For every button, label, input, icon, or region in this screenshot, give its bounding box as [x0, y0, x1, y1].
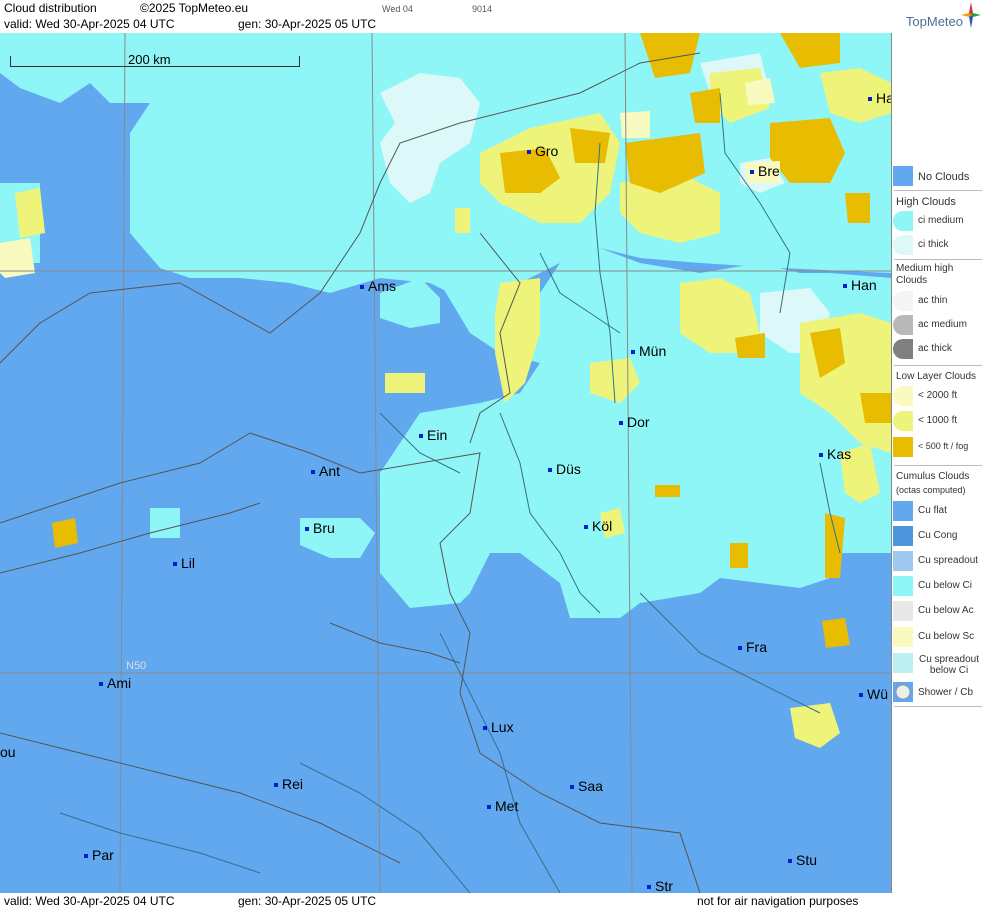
city-kas[interactable]: Kas	[819, 446, 851, 462]
city-wu[interactable]: Wü	[859, 686, 888, 702]
city-bru[interactable]: Bru	[305, 520, 335, 536]
city-marker-icon	[859, 693, 863, 698]
no-clouds-swatch	[893, 166, 913, 186]
city-str[interactable]: Str	[647, 878, 673, 893]
shower-icon	[895, 684, 911, 700]
latitude-label: N50	[126, 660, 147, 672]
cu-spread-ci-swatch	[893, 653, 913, 673]
city-bre[interactable]: Bre	[750, 163, 780, 179]
low-500-swatch	[893, 437, 913, 457]
cu-spread-swatch	[893, 551, 913, 571]
legend-low-head: Low Layer Clouds	[896, 371, 977, 382]
cu-cong-swatch	[893, 526, 913, 546]
city-par[interactable]: Par	[84, 847, 114, 863]
city-ha[interactable]: Ha	[868, 90, 891, 106]
footer-note: not for air navigation purposes	[697, 894, 859, 908]
low-2000-swatch	[893, 386, 913, 406]
city-dus[interactable]: Düs	[548, 461, 581, 477]
low-1000-swatch	[893, 411, 913, 431]
ac-thick-swatch	[893, 339, 913, 359]
city-marker-icon	[99, 682, 103, 687]
shower-swatch	[893, 682, 913, 702]
cloud-map[interactable]: 200 km N50 Gro Bre Ha Ams Han Mün Dor Ei…	[0, 33, 891, 893]
city-stu[interactable]: Stu	[788, 852, 817, 868]
city-lux[interactable]: Lux	[483, 719, 514, 735]
city-marker-icon	[788, 859, 792, 864]
city-marker-icon	[548, 468, 552, 473]
city-ami[interactable]: Ami	[99, 675, 131, 691]
map-canvas	[0, 33, 891, 893]
city-ant[interactable]: Ant	[311, 463, 340, 479]
legend-mid-head: Medium high Clouds	[896, 263, 954, 286]
header-bar: Cloud distribution ©2025 TopMeteo.eu Wed…	[0, 0, 983, 33]
city-dor[interactable]: Dor	[619, 414, 650, 430]
ac-medium-swatch	[893, 315, 913, 335]
city-ou[interactable]: ou	[0, 744, 16, 760]
city-fra[interactable]: Fra	[738, 639, 767, 655]
cu-below-sc-swatch	[893, 627, 913, 647]
city-kol[interactable]: Köl	[584, 518, 612, 534]
city-marker-icon	[750, 170, 754, 175]
city-gro[interactable]: Gro	[527, 143, 558, 159]
legend-cu-sub: (octas computed)	[896, 485, 966, 495]
cu-below-ac-swatch	[893, 601, 913, 621]
city-lil[interactable]: Lil	[173, 555, 195, 571]
cu-flat-swatch	[893, 501, 913, 521]
city-marker-icon	[843, 284, 847, 289]
city-marker-icon	[483, 726, 487, 731]
city-marker-icon	[738, 646, 742, 651]
footer-bar: valid: Wed 30-Apr-2025 04 UTC gen: 30-Ap…	[0, 893, 983, 909]
header-small-b: 9014	[472, 4, 493, 14]
city-marker-icon	[584, 525, 588, 530]
city-marker-icon	[819, 453, 823, 458]
city-marker-icon	[868, 97, 872, 102]
header-small-a: Wed 04	[382, 4, 413, 14]
gen-time: gen: 30-Apr-2025 05 UTC	[238, 17, 377, 31]
legend-high-head: High Clouds	[896, 196, 956, 208]
city-marker-icon	[487, 805, 491, 810]
city-marker-icon	[419, 434, 423, 439]
city-marker-icon	[84, 854, 88, 859]
cu-below-ci-swatch	[893, 576, 913, 596]
city-rei[interactable]: Rei	[274, 776, 303, 792]
brand-logo: TopMeteo	[905, 14, 963, 29]
footer-valid: valid: Wed 30-Apr-2025 04 UTC	[4, 894, 175, 908]
city-marker-icon	[274, 783, 278, 788]
city-marker-icon	[570, 785, 574, 790]
city-marker-icon	[647, 885, 651, 890]
city-marker-icon	[619, 421, 623, 426]
city-ams[interactable]: Ams	[360, 278, 396, 294]
city-marker-icon	[305, 527, 309, 532]
legend-panel: No Clouds High Clouds ci medium ci thick…	[891, 33, 983, 893]
legend-cu-head: Cumulus Clouds	[896, 471, 970, 482]
city-marker-icon	[360, 285, 364, 290]
city-mun[interactable]: Mün	[631, 343, 666, 359]
valid-time: valid: Wed 30-Apr-2025 04 UTC	[4, 17, 175, 31]
city-met[interactable]: Met	[487, 798, 518, 814]
city-marker-icon	[631, 350, 635, 355]
compass-icon	[961, 2, 981, 28]
city-ein[interactable]: Ein	[419, 427, 447, 443]
scale-label: 200 km	[128, 52, 171, 67]
copyright: ©2025 TopMeteo.eu	[140, 1, 249, 15]
city-marker-icon	[173, 562, 177, 567]
product-title: Cloud distribution	[4, 1, 97, 15]
footer-gen: gen: 30-Apr-2025 05 UTC	[238, 894, 377, 908]
ci-medium-swatch	[893, 211, 913, 231]
ci-thick-swatch	[893, 235, 913, 255]
city-marker-icon	[311, 470, 315, 475]
ac-thin-swatch	[893, 291, 913, 311]
city-han[interactable]: Han	[843, 277, 877, 293]
city-saa[interactable]: Saa	[570, 778, 603, 794]
city-marker-icon	[527, 150, 531, 155]
